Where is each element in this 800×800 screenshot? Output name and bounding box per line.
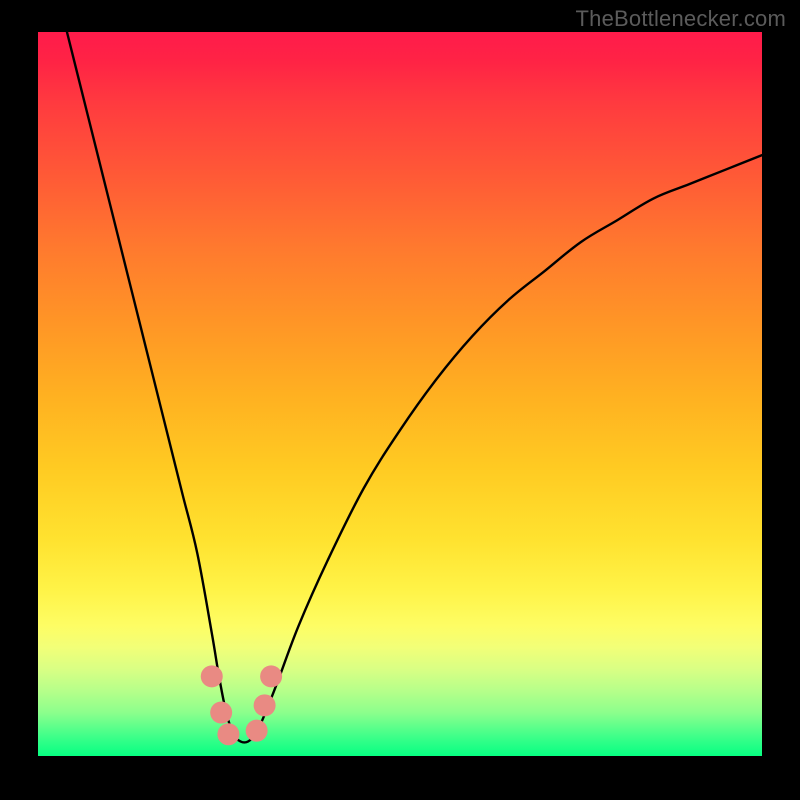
curve-marker (246, 720, 268, 742)
curve-marker (254, 694, 276, 716)
chart-frame: TheBottlenecker.com (0, 0, 800, 800)
chart-svg (38, 32, 762, 756)
curve-marker (201, 665, 223, 687)
curve-marker (210, 702, 232, 724)
bottleneck-curve (67, 32, 762, 742)
chart-plot-area (38, 32, 762, 756)
curve-markers (201, 665, 282, 745)
curve-marker (217, 723, 239, 745)
curve-marker (260, 665, 282, 687)
watermark-text: TheBottlenecker.com (576, 6, 786, 32)
